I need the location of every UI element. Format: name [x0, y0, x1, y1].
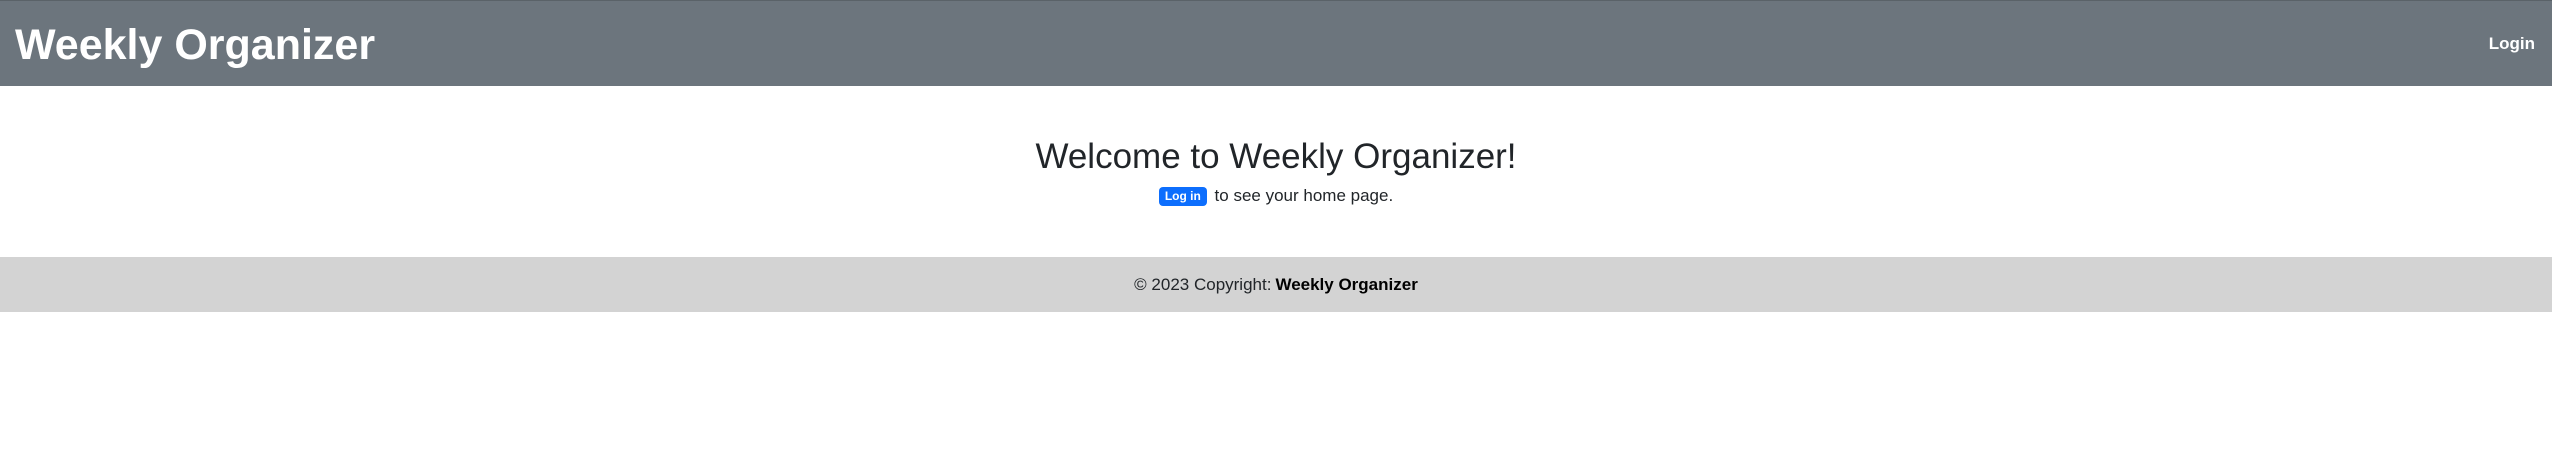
copyright-text: © 2023 Copyright:: [1134, 275, 1272, 294]
page-title: Welcome to Weekly Organizer!: [1035, 137, 1517, 176]
footer-brand-link[interactable]: Weekly Organizer: [1275, 275, 1417, 294]
login-badge-button[interactable]: Log in: [1158, 187, 1207, 206]
brand-link[interactable]: Weekly Organizer: [15, 19, 375, 71]
main-content: Welcome to Weekly Organizer! Log in to s…: [0, 86, 2552, 257]
footer-copyright: © 2023 Copyright: Weekly Organizer: [1134, 274, 1418, 296]
footer: © 2023 Copyright: Weekly Organizer: [0, 257, 2552, 312]
nav-login-link[interactable]: Login: [2489, 33, 2535, 55]
top-navbar: Weekly Organizer Login: [0, 0, 2552, 86]
welcome-message: Log in to see your home page.: [0, 185, 2552, 207]
welcome-message-text: to see your home page.: [1214, 186, 1394, 205]
